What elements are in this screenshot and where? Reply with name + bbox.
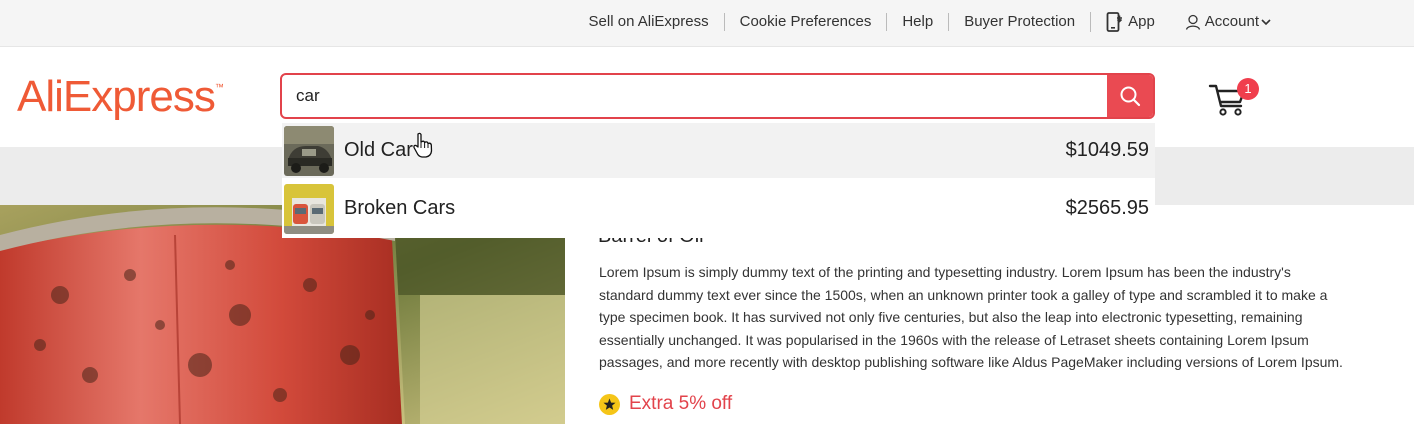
logo-text: AliExpress: [17, 72, 216, 121]
phone-download-icon: [1106, 12, 1123, 32]
page: Sell on AliExpress Cookie Preferences He…: [0, 0, 1414, 424]
description-line: passages, and more recently with desktop…: [599, 354, 1343, 370]
suggestion-name: Old Car: [344, 139, 413, 161]
logo-trademark: ™: [214, 82, 224, 92]
app-link-label: App: [1128, 13, 1155, 30]
old-car-thumbnail: [284, 126, 334, 176]
promo-text: Extra 5% off: [629, 393, 733, 414]
search-icon: [1120, 86, 1141, 107]
buyer-protection-link[interactable]: Buyer Protection: [948, 13, 1090, 31]
sell-on-aliexpress-link[interactable]: Sell on AliExpress: [574, 13, 724, 31]
account-link-label: Account: [1204, 13, 1259, 30]
aliexpress-logo[interactable]: AliExpress™: [17, 72, 224, 122]
product-description: Lorem Ipsum is simply dummy text of the …: [599, 261, 1414, 374]
promo-badge: Extra 5% off: [599, 393, 732, 415]
broken-cars-thumbnail: [284, 184, 334, 234]
help-link[interactable]: Help: [886, 13, 948, 31]
cookie-preferences-link[interactable]: Cookie Preferences: [723, 13, 887, 31]
suggestion-name: Broken Cars: [344, 197, 456, 219]
description-line: standard dummy text ever since the 1500s…: [599, 286, 1328, 303]
cart-count-badge: 1: [1237, 78, 1259, 100]
star-icon: [599, 393, 620, 415]
user-icon: [1185, 14, 1200, 30]
top-nav: Sell on AliExpress Cookie Preferences He…: [574, 0, 1274, 44]
description-line: type specimen book. It has survived not …: [599, 309, 1303, 325]
suggestion-price: $1049.59: [1065, 139, 1149, 161]
search-bar: [280, 73, 1155, 119]
suggestion-item[interactable]: Broken Cars $2565.95: [282, 181, 1155, 236]
hand-cursor-icon: [413, 132, 433, 158]
suggestion-price: $2565.95: [1065, 197, 1149, 219]
description-line: essentially unchanged. It was popularise…: [599, 331, 1309, 348]
search-button[interactable]: [1107, 75, 1153, 117]
app-link[interactable]: App: [1090, 12, 1170, 32]
top-bar: Sell on AliExpress Cookie Preferences He…: [0, 0, 1414, 47]
description-line: Lorem Ipsum is simply dummy text of the …: [599, 264, 1291, 280]
search-input[interactable]: [296, 75, 1096, 117]
chevron-down-icon[interactable]: [1259, 15, 1273, 29]
